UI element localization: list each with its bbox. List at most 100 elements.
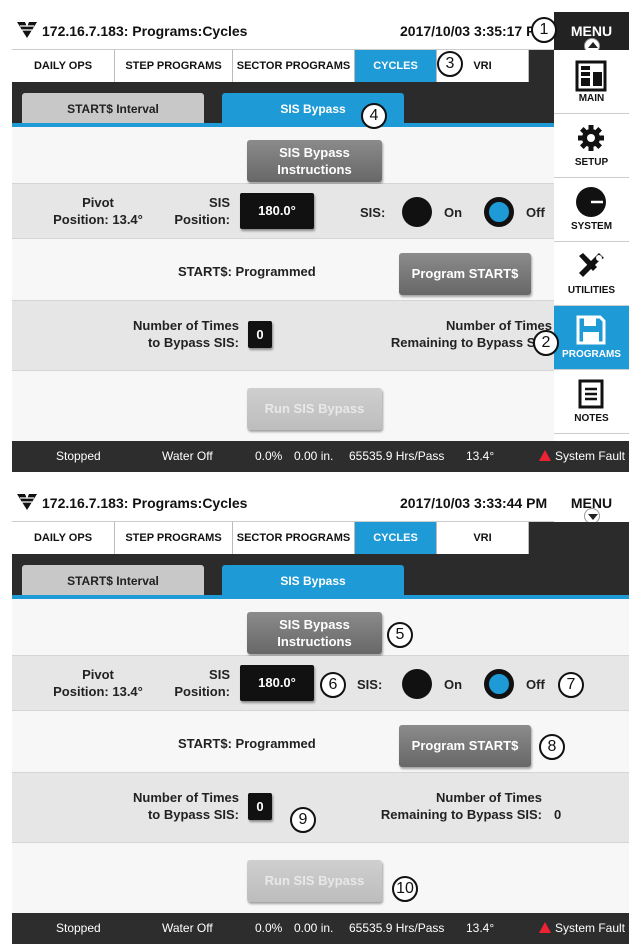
callout-1: 1 bbox=[531, 17, 557, 43]
start-row: START$: Programmed Program START$ bbox=[12, 711, 629, 773]
sis-on-label: On bbox=[444, 677, 463, 692]
screen-menu-closed: 172.16.7.183: Programs:Cycles 2017/10/03… bbox=[12, 484, 629, 944]
status-state: Stopped bbox=[56, 921, 101, 935]
side-menu: MAIN SETUP SYSTEM UTILITIES PROGRAMS NOT… bbox=[554, 50, 629, 441]
run-sis-bypass-button[interactable]: Run SIS Bypass bbox=[247, 860, 382, 902]
side-menu-main[interactable]: MAIN bbox=[554, 50, 629, 114]
position-row: Pivot Position: 13.4° SIS Position: 180.0°… bbox=[12, 184, 554, 239]
title-bar: 172.16.7.183: Programs:Cycles 2017/10/03… bbox=[12, 484, 629, 522]
tab-cycles[interactable]: CYCLES bbox=[355, 522, 437, 554]
callout-6: 6 bbox=[320, 672, 346, 698]
status-depth: 0.00 in. bbox=[294, 449, 334, 463]
run-row: Run SIS Bypass bbox=[12, 371, 554, 441]
subtab-start-interval[interactable]: START$ Interval bbox=[22, 93, 204, 126]
status-hours: 65535.9 Hrs/Pass bbox=[349, 921, 445, 935]
tab-cycles[interactable]: CYCLES bbox=[355, 50, 437, 82]
sub-tabs: START$ Interval SIS Bypass bbox=[12, 558, 629, 598]
remaining-label: Number of Times bbox=[436, 790, 542, 805]
status-percent: 0.0% bbox=[255, 921, 283, 935]
instructions-row: SIS Bypass Instructions bbox=[12, 127, 554, 184]
status-hours: 65535.9 Hrs/Pass bbox=[349, 449, 445, 463]
instructions-line1: SIS Bypass bbox=[279, 617, 350, 632]
sis-on-radio[interactable] bbox=[402, 669, 432, 699]
status-water: Water Off bbox=[162, 449, 213, 463]
side-menu-notes[interactable]: NOTES bbox=[554, 370, 629, 434]
remaining-label2: Remaining to Bypass SIS: bbox=[380, 807, 542, 822]
remaining-label2: Remaining to Bypass SIS: bbox=[390, 335, 552, 350]
status-angle: 13.4° bbox=[466, 449, 495, 463]
side-menu-utilities[interactable]: UTILITIES bbox=[554, 242, 629, 306]
tab-sector-programs[interactable]: SECTOR PROGRAMS bbox=[233, 50, 355, 82]
sis-off-label: Off bbox=[526, 205, 545, 220]
status-bar: Stopped Water Off 0.0% 0.00 in. 65535.9 … bbox=[12, 441, 629, 472]
instructions-line2: Instructions bbox=[277, 162, 352, 177]
page-title: 172.16.7.183: Programs:Cycles bbox=[42, 23, 248, 39]
status-bar: Stopped Water Off 0.0% 0.00 in. 65535.9 … bbox=[12, 913, 629, 944]
main-tabs: DAILY OPS STEP PROGRAMS SECTOR PROGRAMS … bbox=[12, 50, 554, 86]
sis-label: SIS: bbox=[360, 205, 386, 220]
side-menu-main-label: MAIN bbox=[578, 93, 605, 104]
subtab-start-interval[interactable]: START$ Interval bbox=[22, 565, 204, 598]
side-menu-system-label: SYSTEM bbox=[570, 221, 613, 232]
status-fault[interactable]: System Fault bbox=[539, 913, 625, 944]
bypass-times-label: Number of Times bbox=[133, 318, 239, 333]
status-percent: 0.0% bbox=[255, 449, 283, 463]
floppy-disk-icon bbox=[576, 315, 606, 345]
side-menu-setup[interactable]: SETUP bbox=[554, 114, 629, 178]
bypass-times-field[interactable]: 0 bbox=[248, 321, 272, 348]
warning-icon bbox=[539, 450, 551, 461]
start-status: START$: Programmed bbox=[178, 736, 316, 751]
sis-bypass-instructions-button[interactable]: SIS Bypass Instructions bbox=[247, 140, 382, 182]
bypass-times-field[interactable]: 0 bbox=[248, 793, 272, 820]
run-sis-bypass-button[interactable]: Run SIS Bypass bbox=[247, 388, 382, 430]
menu-button[interactable]: MENU bbox=[554, 12, 629, 54]
sis-position-label2: Position: bbox=[174, 684, 230, 699]
instructions-row: SIS Bypass Instructions bbox=[12, 599, 629, 656]
program-start-button[interactable]: Program START$ bbox=[399, 253, 531, 295]
pivot-position: Position: 13.4° bbox=[53, 212, 143, 227]
sis-off-radio[interactable] bbox=[484, 197, 514, 227]
callout-7: 7 bbox=[558, 672, 584, 698]
sis-position-field[interactable]: 180.0° bbox=[240, 193, 314, 229]
sis-label: SIS: bbox=[357, 677, 383, 692]
bypass-times-label2: to Bypass SIS: bbox=[147, 335, 239, 350]
side-menu-programs[interactable]: PROGRAMS bbox=[554, 306, 629, 370]
status-fault-label: System Fault bbox=[555, 449, 626, 463]
callout-3: 3 bbox=[437, 51, 463, 77]
callout-9: 9 bbox=[290, 807, 316, 833]
sis-off-radio[interactable] bbox=[484, 669, 514, 699]
status-fault[interactable]: System Fault bbox=[539, 441, 625, 472]
callout-5: 5 bbox=[387, 622, 413, 648]
main-tabs: DAILY OPS STEP PROGRAMS SECTOR PROGRAMS … bbox=[12, 522, 629, 558]
bypass-times-label: Number of Times bbox=[133, 790, 239, 805]
start-row: START$: Programmed Program START$ bbox=[12, 239, 554, 301]
sis-position-label: SIS bbox=[209, 195, 230, 210]
menu-button[interactable]: MENU bbox=[554, 484, 629, 524]
tab-daily-ops[interactable]: DAILY OPS bbox=[12, 50, 115, 82]
sis-bypass-instructions-button[interactable]: SIS Bypass Instructions bbox=[247, 612, 382, 654]
instructions-line1: SIS Bypass bbox=[279, 145, 350, 160]
sis-off-label: Off bbox=[526, 677, 545, 692]
main-screen-icon bbox=[575, 60, 607, 92]
tab-step-programs[interactable]: STEP PROGRAMS bbox=[115, 522, 233, 554]
sis-position-label: SIS bbox=[209, 667, 230, 682]
status-angle: 13.4° bbox=[466, 921, 495, 935]
start-status: START$: Programmed bbox=[178, 264, 316, 279]
tab-daily-ops[interactable]: DAILY OPS bbox=[12, 522, 115, 554]
program-start-button[interactable]: Program START$ bbox=[399, 725, 531, 767]
sub-tabs: START$ Interval SIS Bypass bbox=[12, 86, 554, 126]
status-state: Stopped bbox=[56, 449, 101, 463]
subtab-sis-bypass[interactable]: SIS Bypass bbox=[222, 565, 404, 598]
sis-on-radio[interactable] bbox=[402, 197, 432, 227]
side-menu-system[interactable]: SYSTEM bbox=[554, 178, 629, 242]
callout-10: 10 bbox=[392, 876, 418, 902]
bypass-count-row: Number of Times to Bypass SIS: 0 Number o… bbox=[12, 301, 554, 371]
sis-position-field[interactable]: 180.0° bbox=[240, 665, 314, 701]
valley-logo-icon bbox=[17, 22, 37, 38]
tab-sector-programs[interactable]: SECTOR PROGRAMS bbox=[233, 522, 355, 554]
tab-step-programs[interactable]: STEP PROGRAMS bbox=[115, 50, 233, 82]
datetime: 2017/10/03 3:33:44 PM bbox=[400, 495, 548, 511]
tab-vri[interactable]: VRI bbox=[437, 522, 529, 554]
warning-icon bbox=[539, 922, 551, 933]
tools-icon bbox=[579, 253, 604, 277]
